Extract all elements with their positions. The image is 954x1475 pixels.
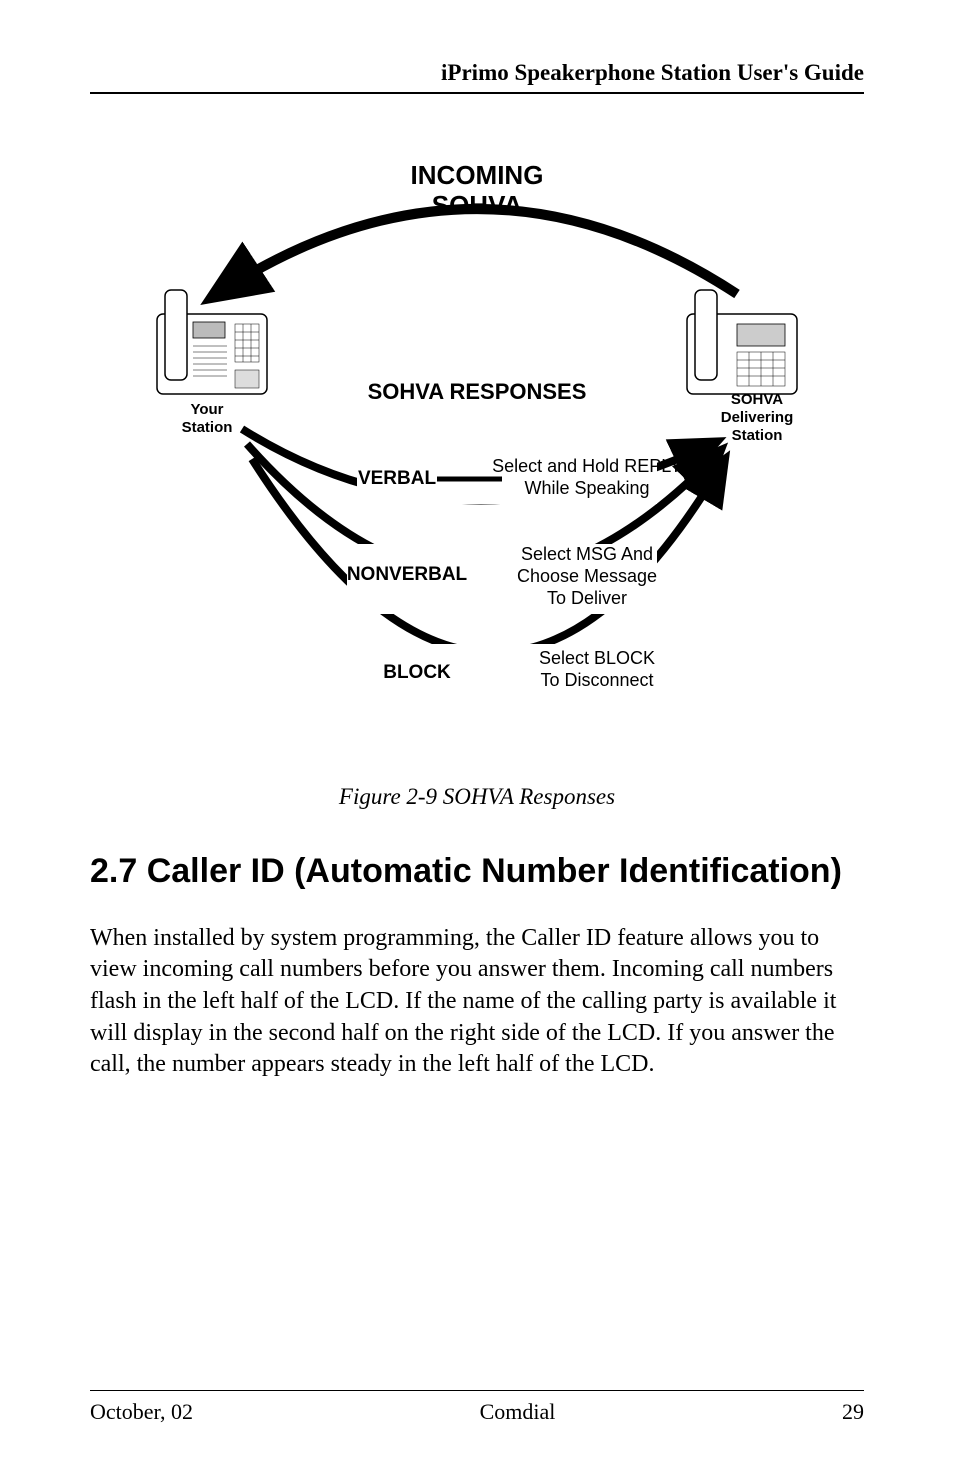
section-heading: 2.7 Caller ID (Automatic Number Identifi… (90, 850, 864, 893)
nonverbal-desc-1: Select MSG And (521, 544, 653, 564)
block-desc-2: To Disconnect (540, 670, 653, 690)
sohva-diagram: INCOMING SOHVA Your St (90, 144, 864, 764)
sohva-delivering-phone-icon (687, 290, 797, 394)
figure-caption: Figure 2-9 SOHVA Responses (90, 784, 864, 810)
sohva-right-label: SOHVA (731, 391, 783, 408)
body-paragraph: When installed by system programming, th… (90, 923, 864, 1081)
footer-brand: Comdial (193, 1399, 842, 1425)
nonverbal-label: NONVERBAL (347, 564, 468, 585)
nonverbal-desc-3: To Deliver (547, 588, 627, 608)
your-station-phone-icon (157, 290, 267, 394)
station-label-left: Station (182, 419, 233, 436)
verbal-desc-2: While Speaking (524, 478, 649, 498)
incoming-label: INCOMING (411, 160, 544, 190)
delivering-label: Delivering (721, 409, 794, 426)
footer-date: October, 02 (90, 1399, 193, 1425)
nonverbal-desc-2: Choose Message (517, 566, 657, 586)
your-label: Your (190, 401, 223, 418)
running-header: iPrimo Speakerphone Station User's Guide (90, 60, 864, 86)
block-label: BLOCK (383, 662, 451, 683)
verbal-label: VERBAL (358, 468, 437, 489)
station-label-right: Station (732, 427, 783, 444)
block-desc-1: Select BLOCK (539, 648, 655, 668)
page-footer: October, 02 Comdial 29 (90, 1390, 864, 1425)
verbal-desc-1: Select and Hold REPLY (492, 456, 682, 476)
responses-label: SOHVA RESPONSES (368, 379, 587, 404)
footer-page-number: 29 (842, 1399, 864, 1425)
